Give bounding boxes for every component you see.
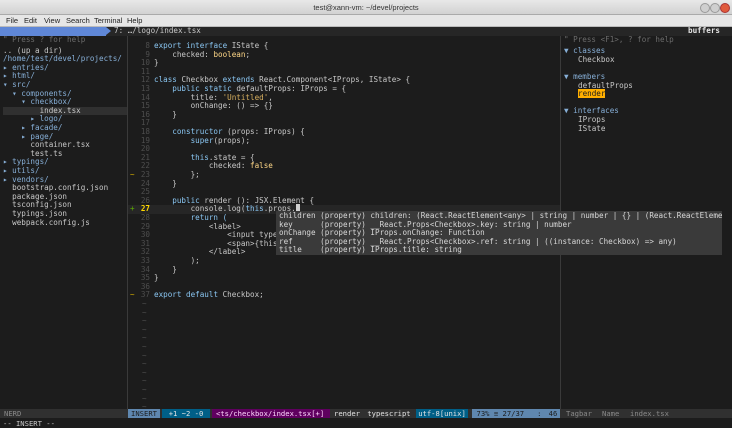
code-text: export default Checkbox; xyxy=(154,291,264,300)
code-text: checked: boolean; xyxy=(154,49,251,60)
code-line[interactable]: ~37 export default Checkbox; xyxy=(128,291,560,300)
menu-terminal[interactable]: Terminal xyxy=(94,16,122,25)
file-name: <ts/checkbox/index.tsx[+] xyxy=(212,409,330,418)
collapse-arrow-icon[interactable]: ▼ xyxy=(564,72,573,81)
code-line[interactable]: 15 onChange: () => {} xyxy=(128,101,560,111)
collapse-arrow-icon[interactable]: ▼ xyxy=(564,106,573,116)
window-titlebar: test@xann-vm: ~/devel/projects xyxy=(0,0,732,15)
nerdtree-status: NERD xyxy=(4,409,22,418)
filetype: typescript xyxy=(367,409,411,418)
menubar: File Edit View Search Terminal Help xyxy=(0,15,732,27)
code-token: super xyxy=(154,135,214,145)
code-token: default xyxy=(186,290,223,300)
menu-help[interactable]: Help xyxy=(127,16,142,25)
code-text: } xyxy=(154,58,159,68)
tagbar-sort: Name xyxy=(602,409,620,418)
code-token: } xyxy=(154,273,159,283)
tab-nerdtree[interactable] xyxy=(0,27,106,36)
nerdtree-help: " Press ? for help xyxy=(3,36,86,44)
collapse-arrow-icon[interactable]: ▼ xyxy=(564,46,573,55)
tab-buffers[interactable]: buffers xyxy=(688,26,720,36)
tagbar-label: Tagbar xyxy=(566,409,592,418)
code-line[interactable]: ~23 }; xyxy=(128,170,560,180)
code-text: } xyxy=(154,273,159,283)
code-token: ; xyxy=(245,49,251,59)
code-token: Checkbox; xyxy=(222,290,264,300)
status-bar: NERD INSERT +1 ~2 -0 <ts/checkbox/index.… xyxy=(0,409,732,418)
git-sign: + xyxy=(130,204,135,214)
completion-popup[interactable]: children (property) children: (React.Rea… xyxy=(276,211,722,255)
code-token: false xyxy=(250,161,273,171)
code-token: export xyxy=(154,290,187,300)
nerdtree-pane: " Press ? for help .. (up a dir)/home/te… xyxy=(0,36,127,409)
code-line[interactable]: 9 checked: boolean; xyxy=(128,49,560,60)
column-number: 46 xyxy=(546,409,560,418)
git-sign: ~ xyxy=(130,290,135,300)
code-line[interactable]: 35} xyxy=(128,273,560,283)
menu-view[interactable]: View xyxy=(44,16,60,25)
minimize-button[interactable] xyxy=(700,3,710,13)
tagbar-item-label: Checkbox xyxy=(578,54,615,64)
code-token: this xyxy=(245,204,264,214)
code-line[interactable]: 19 super(props); xyxy=(128,135,560,146)
code-line[interactable]: 24 } xyxy=(128,178,560,189)
tagbar-item[interactable]: Checkbox xyxy=(578,54,615,65)
tagbar-item-label: render xyxy=(578,89,606,99)
mode-message: -- INSERT -- xyxy=(3,419,55,428)
code-line[interactable]: 16 } xyxy=(128,109,560,120)
menu-edit[interactable]: Edit xyxy=(24,16,37,25)
vim-tabline: 7: …/logo/index.tsx buffers xyxy=(0,26,732,36)
git-sign: ~ xyxy=(130,170,135,179)
command-line[interactable]: -- INSERT -- xyxy=(0,418,732,428)
tagbar-help: " Press <F1>, ? for help xyxy=(564,36,674,44)
code-text: super(props); xyxy=(154,135,251,146)
menu-search[interactable]: Search xyxy=(66,16,90,25)
code-line[interactable]: 34 } xyxy=(128,265,560,275)
maximize-button[interactable] xyxy=(710,3,720,13)
tree-file[interactable]: webpack.config.js xyxy=(3,218,90,228)
cursor-position: 73% ≡ 27/37 : xyxy=(472,409,546,418)
tagbar-item[interactable]: render xyxy=(578,89,606,99)
code-token: } xyxy=(154,109,177,119)
tagbar-item[interactable]: IState xyxy=(578,123,606,134)
tab-current-file[interactable]: 7: …/logo/index.tsx xyxy=(114,26,201,36)
code-token: boolean xyxy=(213,49,246,59)
code-token: } xyxy=(154,58,159,68)
window-title: test@xann-vm: ~/devel/projects xyxy=(313,3,419,12)
completion-item[interactable]: title (property) IProps.title: string xyxy=(279,246,462,255)
encoding: utf-8[unix] xyxy=(416,409,468,418)
mode-indicator: INSERT xyxy=(128,409,160,418)
code-token: } xyxy=(154,178,177,188)
tagbar-file: index.tsx xyxy=(630,409,669,418)
code-token: checked: xyxy=(154,49,214,59)
close-button[interactable] xyxy=(720,3,730,13)
git-diff-stat: +1 ~2 -0 xyxy=(162,409,210,418)
tab-arrow xyxy=(106,27,111,35)
current-function: render xyxy=(334,409,360,418)
code-token: (props); xyxy=(213,135,251,145)
menu-file[interactable]: File xyxy=(6,16,18,25)
code-line[interactable]: 33 ); xyxy=(128,256,560,266)
code-text: } xyxy=(154,178,177,189)
code-text: } xyxy=(154,109,177,120)
code-line[interactable]: 10} xyxy=(128,58,560,68)
tagbar-item-label: IState xyxy=(578,123,606,133)
